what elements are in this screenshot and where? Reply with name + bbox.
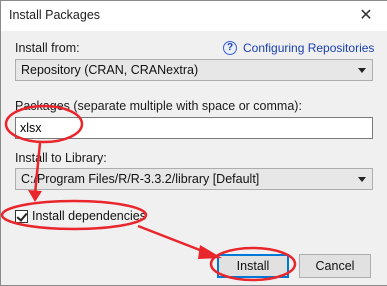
install-dependencies-checkbox[interactable] [15, 209, 28, 223]
packages-input[interactable]: xlsx [15, 117, 373, 139]
dialog-title: Install Packages [9, 8, 101, 22]
chevron-down-icon[interactable] [358, 68, 366, 73]
install-packages-dialog: Install Packages ✕ Install from: ? Confi… [0, 0, 387, 286]
install-from-select[interactable]: Repository (CRAN, CRANextra) [15, 59, 373, 81]
title-bar: Install Packages ✕ [1, 1, 387, 31]
close-icon[interactable]: ✕ [356, 6, 376, 26]
install-button[interactable]: Install [217, 254, 289, 278]
install-from-selected-value: Repository (CRAN, CRANextra) [21, 63, 199, 77]
library-select[interactable]: C:/Program Files/R/R-3.3.2/library [Defa… [15, 168, 373, 190]
configuring-repositories-link-group[interactable]: ? Configuring Repositories [223, 40, 374, 56]
packages-label: Packages (separate multiple with space o… [15, 99, 302, 113]
library-selected-value: C:/Program Files/R/R-3.3.2/library [Defa… [21, 172, 260, 186]
install-to-library-label: Install to Library: [15, 151, 107, 165]
configuring-repositories-link[interactable]: Configuring Repositories [243, 41, 374, 55]
install-dependencies-option[interactable]: Install dependencies [15, 208, 146, 224]
cancel-button[interactable]: Cancel [299, 254, 371, 278]
install-from-label: Install from: [15, 41, 80, 55]
help-icon[interactable]: ? [223, 41, 237, 55]
chevron-down-icon[interactable] [358, 177, 366, 182]
install-dependencies-label[interactable]: Install dependencies [32, 209, 146, 223]
